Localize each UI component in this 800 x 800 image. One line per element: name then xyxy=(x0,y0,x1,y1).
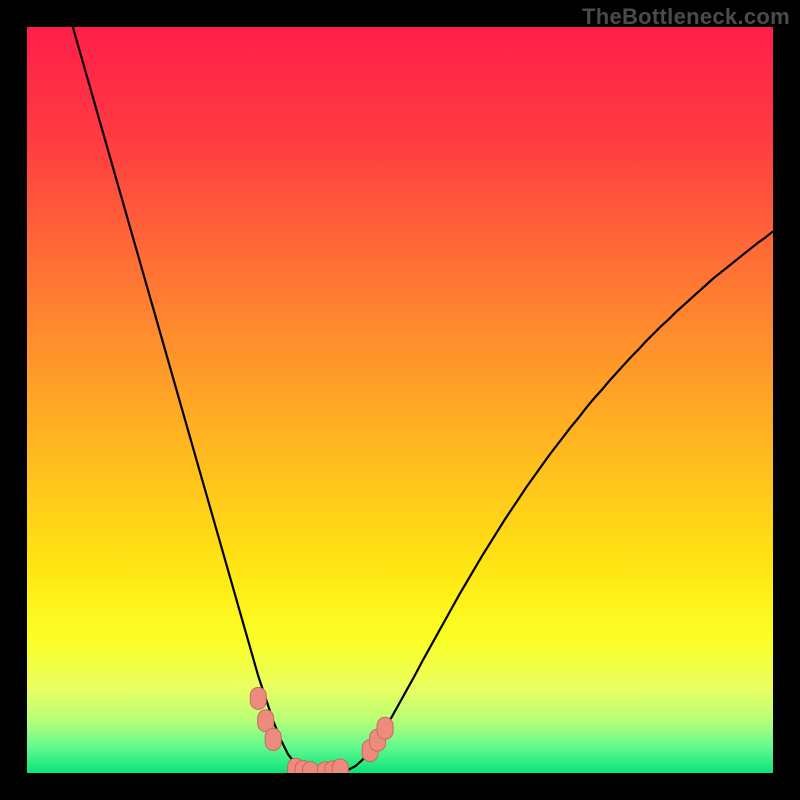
data-marker xyxy=(377,717,393,739)
plot-area xyxy=(27,27,773,773)
chart-frame: TheBottleneck.com xyxy=(0,0,800,800)
data-marker xyxy=(302,762,318,773)
watermark-text: TheBottleneck.com xyxy=(582,4,790,30)
data-marker xyxy=(250,687,266,709)
data-markers xyxy=(27,27,773,773)
data-marker xyxy=(265,728,281,750)
data-marker xyxy=(332,759,348,773)
